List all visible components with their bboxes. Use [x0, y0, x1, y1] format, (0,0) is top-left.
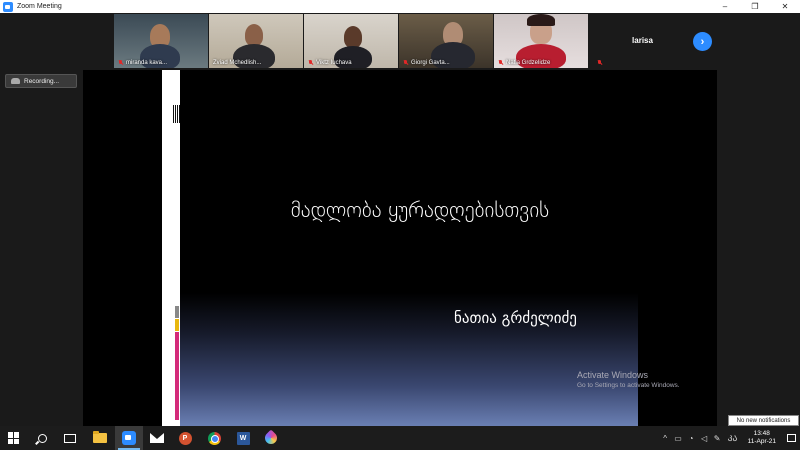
mic-muted-icon: [308, 60, 313, 66]
clock-date: 11-Apr-21: [747, 438, 776, 445]
notification-tooltip: No new notifications: [728, 415, 799, 426]
slide-author: ნათია გრძელიძე: [454, 309, 577, 327]
mic-muted-icon: [118, 60, 123, 66]
taskbar-file-explorer[interactable]: [86, 426, 114, 450]
battery-icon[interactable]: ▭: [672, 434, 685, 443]
recording-label: Recording...: [24, 77, 60, 85]
participant-tile[interactable]: Giorgi Gavta...: [399, 14, 493, 68]
mic-muted-icon: [597, 60, 602, 66]
slide-title: მადლობა ყურადღებისთვის: [290, 198, 550, 222]
show-hidden-icons-chevron-icon[interactable]: ^: [659, 434, 672, 443]
watermark-title: Activate Windows: [577, 370, 649, 380]
taskbar-chrome[interactable]: [200, 426, 228, 450]
taskbar-zoom[interactable]: [115, 426, 143, 450]
activate-windows-watermark: Activate Windows Go to Settings to activ…: [577, 370, 680, 389]
language-indicator[interactable]: ᲙᲐ: [724, 433, 742, 444]
participant-hair: [527, 14, 555, 26]
word-icon: W: [236, 431, 250, 445]
participant-name: Natia Grdzelidze: [498, 60, 550, 66]
task-view-icon: [64, 433, 76, 443]
minimize-button[interactable]: –: [710, 0, 740, 13]
presentation-slide: მადლობა ყურადღებისთვის ნათია გრძელიძე: [162, 70, 638, 426]
search-button[interactable]: [28, 426, 56, 450]
task-view-button[interactable]: [56, 426, 84, 450]
taskbar-mail[interactable]: [143, 426, 171, 450]
participant-mic-status: [597, 60, 605, 66]
gallery-next-button[interactable]: ›: [693, 32, 712, 51]
cloud-recording-icon: [11, 78, 20, 84]
participant-tile-name-only[interactable]: larisa: [595, 14, 690, 68]
taskbar-paint[interactable]: [257, 426, 285, 450]
slide-decoration: [175, 332, 179, 420]
chrome-icon: [207, 431, 221, 445]
search-icon: [37, 433, 47, 443]
close-button[interactable]: ✕: [770, 0, 800, 13]
window-controls: – ❐ ✕: [710, 0, 800, 13]
action-center-button[interactable]: [782, 426, 800, 450]
powerpoint-icon: P: [178, 431, 192, 445]
mic-muted-icon: [403, 60, 408, 66]
participant-tile[interactable]: Viktz Iuchava: [304, 14, 398, 68]
taskbar-powerpoint[interactable]: P: [171, 426, 199, 450]
pen-icon[interactable]: ✎: [711, 434, 724, 443]
taskbar-word[interactable]: W: [229, 426, 257, 450]
zoom-icon: [122, 431, 136, 445]
volume-icon[interactable]: ◁: [698, 434, 711, 443]
participant-tile[interactable]: Natia Grdzelidze: [494, 14, 588, 68]
clock[interactable]: 13:48 11-Apr-21: [748, 430, 776, 446]
participant-video: [344, 26, 362, 48]
participant-name: larisa: [632, 36, 653, 45]
clock-time: 13:48: [753, 430, 770, 437]
participant-gallery: miranda kava... Zviad Mchedlish... Viktz…: [0, 13, 800, 70]
windows-taskbar: P W ^ ▭ ◔ ◁ ✎ ᲙᲐ 13:48 11-Apr-21: [0, 426, 800, 450]
participant-tile[interactable]: miranda kava...: [114, 14, 208, 68]
slide-decoration: [173, 105, 180, 123]
window-title: Zoom Meeting: [17, 3, 62, 10]
mic-muted-icon: [498, 60, 503, 66]
notifications-icon: [786, 434, 796, 442]
restore-button[interactable]: ❐: [740, 0, 770, 13]
zoom-app-icon: [3, 1, 13, 12]
mail-icon: [150, 433, 164, 443]
network-icon[interactable]: ◔: [685, 434, 698, 443]
start-button[interactable]: [0, 426, 28, 450]
slide-decoration: [175, 319, 179, 331]
participant-name: miranda kava...: [118, 60, 167, 66]
slide-decoration: [175, 306, 179, 318]
participant-name: Zviad Mchedlish...: [213, 60, 262, 66]
windows-start-icon: [8, 432, 20, 444]
participant-name: Viktz Iuchava: [308, 60, 352, 66]
participant-tile[interactable]: Zviad Mchedlish...: [209, 14, 303, 68]
watermark-subtitle: Go to Settings to activate Windows.: [577, 382, 680, 389]
recording-indicator[interactable]: Recording...: [5, 74, 77, 88]
paint-icon: [262, 429, 280, 447]
folder-icon: [93, 431, 107, 443]
participant-name: Giorgi Gavta...: [403, 60, 450, 66]
participant-video: [245, 24, 263, 46]
system-tray: ^ ▭ ◔ ◁ ✎ ᲙᲐ 13:48 11-Apr-21: [659, 426, 800, 450]
window-titlebar: Zoom Meeting – ❐ ✕: [0, 0, 800, 13]
